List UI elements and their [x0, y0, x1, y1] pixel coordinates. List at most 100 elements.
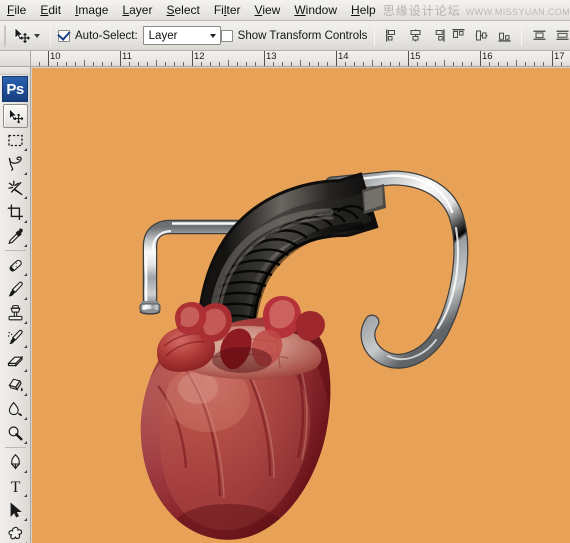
tool-path-selection[interactable] — [3, 498, 28, 522]
tool-clone-stamp[interactable] — [3, 301, 28, 325]
menu-item-filter[interactable]: Filter — [207, 1, 248, 19]
tool-blur[interactable] — [3, 397, 28, 421]
flyout-triangle-icon — [23, 321, 27, 324]
ruler-label: 11 — [122, 51, 132, 62]
svg-text:T: T — [10, 479, 20, 496]
menu-item-image[interactable]: Image — [68, 1, 115, 19]
options-divider-1 — [50, 25, 51, 46]
menu-item-help[interactable]: Help — [344, 1, 383, 19]
tool-dodge[interactable] — [3, 421, 28, 445]
photoshop-logo: Ps — [2, 76, 28, 102]
ruler-minor-tick — [534, 62, 535, 66]
tool-rectangular-marquee[interactable] — [3, 128, 28, 152]
ruler-label: 17 — [554, 51, 565, 62]
ruler-minor-tick — [246, 62, 247, 66]
ruler-minor-tick — [228, 60, 229, 66]
ruler-label: 10 — [50, 51, 61, 62]
tool-pen[interactable] — [3, 450, 28, 474]
magic-wand-icon — [7, 180, 23, 195]
ruler-minor-tick — [381, 62, 382, 66]
artwork-heart-faucet-composite — [32, 68, 570, 543]
flyout-triangle-icon — [23, 345, 27, 348]
menu-item-edit[interactable]: Edit — [33, 1, 68, 19]
auto-select-checkbox[interactable] — [58, 29, 70, 42]
ruler-minor-tick — [462, 62, 463, 66]
ruler-minor-tick — [201, 62, 202, 66]
ruler-minor-tick — [75, 62, 76, 66]
ruler-minor-tick — [237, 62, 238, 66]
ruler-minor-tick — [84, 60, 85, 66]
clone-stamp-icon — [8, 304, 22, 320]
show-transform-checkbox[interactable] — [220, 29, 233, 42]
ruler-minor-tick — [219, 62, 220, 66]
tool-magic-wand[interactable] — [3, 176, 28, 200]
tool-brush[interactable] — [3, 277, 28, 301]
tool-history-brush[interactable] — [3, 325, 28, 349]
distribute-vertical-centers-icon[interactable] — [552, 26, 570, 46]
align-vertical-centers-icon[interactable] — [471, 26, 491, 46]
align-horizontal-centers-icon[interactable] — [405, 26, 425, 46]
toolbox-collapse-handle[interactable] — [0, 67, 30, 75]
flyout-triangle-icon — [23, 393, 27, 396]
tool-crop[interactable] — [3, 200, 28, 224]
auto-select-chevron-down-icon[interactable] — [209, 33, 216, 38]
ruler-minor-tick — [426, 62, 427, 66]
tool-healing-brush[interactable] — [3, 253, 28, 277]
menu-item-file[interactable]: File — [0, 1, 33, 19]
ruler-minor-tick — [174, 62, 175, 66]
align-bottom-edges-icon[interactable] — [494, 26, 514, 46]
watermark: 思缘设计论坛 WWW.MISSYUAN.COM — [383, 2, 570, 19]
flyout-triangle-icon — [23, 494, 27, 497]
move-tool-icon — [8, 107, 23, 123]
options-bar-gripper[interactable] — [4, 24, 6, 47]
ruler-minor-tick — [102, 62, 103, 66]
auto-select-dropdown[interactable]: Layer — [142, 26, 221, 45]
tool-type[interactable]: T — [3, 474, 28, 498]
menu-item-window[interactable]: Window — [287, 1, 344, 19]
flyout-triangle-icon — [23, 273, 27, 276]
dodge-burn-icon — [8, 425, 23, 440]
photoshop-window: File Edit Image Layer Select Filter View… — [0, 0, 570, 543]
ruler-minor-tick — [516, 60, 517, 66]
show-transform-label: Show Transform Controls — [237, 29, 368, 42]
ruler-minor-tick — [156, 60, 157, 66]
tool-eraser[interactable] — [3, 349, 28, 373]
menu-item-layer[interactable]: Layer — [115, 1, 159, 19]
distribute-top-edges-icon[interactable] — [529, 26, 549, 46]
ruler-minor-tick — [255, 62, 256, 66]
tool-preset-picker[interactable] — [10, 25, 40, 47]
flyout-triangle-icon — [23, 244, 27, 247]
ruler-minor-tick — [489, 62, 490, 66]
align-left-edges-icon[interactable] — [382, 26, 402, 46]
ruler-minor-tick — [273, 62, 274, 66]
tool-preset-chevron-down-icon[interactable] — [34, 33, 40, 38]
tool-move[interactable] — [2, 104, 28, 128]
pen-icon — [10, 453, 20, 470]
ruler-minor-tick — [543, 62, 544, 66]
ruler-corner[interactable] — [0, 51, 31, 67]
align-right-edges-icon[interactable] — [428, 26, 448, 46]
ruler-minor-tick — [327, 62, 328, 66]
ruler-minor-tick — [561, 62, 562, 66]
eyedropper-icon — [7, 227, 23, 244]
ruler-minor-tick — [390, 62, 391, 66]
tool-lasso[interactable] — [3, 152, 28, 176]
blur-smudge-icon — [8, 401, 22, 416]
ruler-major-tick — [552, 51, 553, 66]
menu-item-select[interactable]: Select — [159, 1, 206, 19]
align-top-edges-icon[interactable] — [448, 26, 468, 46]
tool-eyedropper[interactable] — [3, 224, 28, 248]
ruler-minor-tick — [165, 62, 166, 66]
ruler-minor-tick — [498, 62, 499, 66]
document-canvas[interactable] — [32, 68, 570, 543]
horizontal-ruler[interactable]: 10 11 12 13 14 15 16 17 — [31, 51, 570, 67]
ruler-minor-tick — [183, 62, 184, 66]
toolbox-separator-1 — [4, 250, 26, 251]
toolbox-panel: Ps T — [0, 67, 31, 543]
ruler-minor-tick — [147, 62, 148, 66]
tool-custom-shape[interactable] — [3, 522, 28, 543]
ruler-major-tick — [264, 51, 265, 66]
tool-paint-bucket[interactable] — [3, 373, 28, 397]
ruler-major-tick — [48, 51, 49, 66]
menu-item-view[interactable]: View — [248, 1, 288, 19]
